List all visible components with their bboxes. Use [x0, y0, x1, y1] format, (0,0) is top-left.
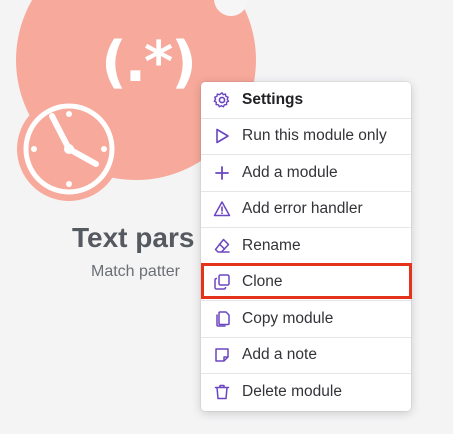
- copy-icon: [213, 310, 231, 328]
- menu-item-add-error-handler[interactable]: Add error handler: [201, 192, 411, 228]
- menu-item-run-this-module-only[interactable]: Run this module only: [201, 119, 411, 155]
- play-icon: [213, 127, 231, 145]
- warning-icon: [213, 200, 231, 218]
- regex-icon: (.*): [101, 30, 197, 95]
- menu-item-label: Rename: [242, 236, 301, 254]
- menu-item-copy-module[interactable]: Copy module: [201, 301, 411, 338]
- gear-icon: [213, 91, 231, 109]
- eraser-icon: [213, 237, 231, 255]
- menu-item-delete-module[interactable]: Delete module: [201, 374, 411, 411]
- schedule-clock-icon[interactable]: [14, 94, 124, 204]
- menu-item-add-a-module[interactable]: Add a module: [201, 155, 411, 192]
- menu-item-settings[interactable]: Settings: [201, 82, 411, 119]
- menu-item-clone[interactable]: Clone: [201, 265, 411, 301]
- module-subtitle: Match patter: [91, 263, 180, 280]
- menu-item-label: Delete module: [242, 383, 342, 401]
- menu-item-label: Run this module only: [242, 127, 387, 145]
- note-icon: [213, 346, 231, 364]
- menu-item-label: Add a note: [242, 346, 317, 364]
- menu-item-add-a-note[interactable]: Add a note: [201, 338, 411, 374]
- module-title[interactable]: Text pars: [72, 222, 194, 254]
- menu-item-label: Copy module: [242, 309, 334, 327]
- trash-icon: [213, 383, 231, 401]
- menu-item-label: Add error handler: [242, 200, 363, 218]
- plus-icon: [213, 164, 231, 182]
- menu-item-label: Clone: [242, 273, 283, 291]
- module-context-menu: Settings Run this module only Add a modu…: [201, 82, 411, 411]
- menu-item-label: Add a module: [242, 163, 338, 181]
- scenario-canvas[interactable]: (.*) Text pars Match patter Settings Run…: [0, 0, 453, 434]
- menu-item-label: Settings: [242, 90, 304, 108]
- menu-item-rename[interactable]: Rename: [201, 228, 411, 265]
- clone-icon: [213, 273, 231, 291]
